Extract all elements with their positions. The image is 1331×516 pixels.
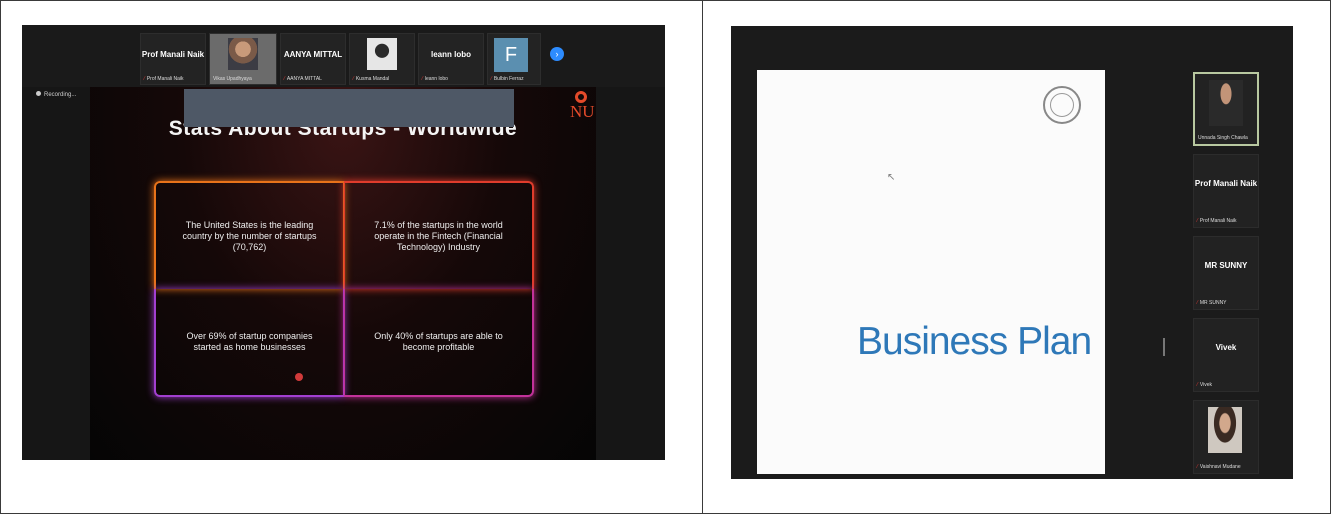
participant-tile[interactable]: Prof Manali Naik ⁄ Prof Manali Naik	[1193, 154, 1259, 228]
meeting-screenshot-right: ↖ Business Plan Unnada Singh Chawla Prof…	[731, 26, 1293, 479]
participant-strip: Prof Manali Naik ⁄ Prof Manali Naik Vikas…	[22, 25, 665, 87]
participant-label: ⁄ leann lobo	[422, 76, 448, 82]
left-figure-panel: Prof Manali Naik ⁄ Prof Manali Naik Vikas…	[0, 0, 703, 514]
mic-muted-icon: ⁄	[1197, 218, 1198, 224]
slide-title: Business Plan	[857, 320, 1092, 363]
participant-label: ⁄ AANYA MITTAL	[284, 76, 322, 82]
overlay-banner	[184, 89, 514, 127]
panel-resize-handle[interactable]	[1163, 338, 1165, 356]
mic-muted-icon: ⁄	[1197, 382, 1198, 388]
participant-name: MR SUNNY	[1204, 261, 1248, 270]
pointer-dot-icon	[295, 373, 303, 381]
participant-label: ⁄ Kusma Mandal	[353, 76, 390, 82]
participant-tile-video[interactable]: ⁄ Vaishnavi Mudane	[1193, 400, 1259, 474]
participant-label: Vikas Upadhyaya	[213, 76, 252, 82]
participant-tile[interactable]: AANYA MITTAL ⁄ AANYA MITTAL	[280, 33, 346, 85]
participant-tile-video[interactable]: ⁄ Kusma Mandal	[349, 33, 415, 85]
recording-icon	[36, 91, 41, 96]
next-page-button[interactable]: ›	[550, 47, 564, 61]
shared-slide: Stats About Startups - Worldwide NU The …	[90, 87, 596, 460]
participant-label: ⁄ Vivek	[1197, 382, 1212, 388]
meeting-screenshot-left: Prof Manali Naik ⁄ Prof Manali Naik Vikas…	[22, 25, 665, 460]
participant-video	[1208, 407, 1242, 453]
participant-name: AANYA MITTAL	[283, 50, 343, 59]
participant-tile-video[interactable]: Vikas Upadhyaya	[209, 33, 277, 85]
mic-muted-icon: ⁄	[144, 76, 145, 82]
mic-muted-icon: ⁄	[1197, 300, 1198, 306]
fact-box: Only 40% of startups are able to become …	[344, 289, 534, 397]
participant-avatar: F	[494, 38, 528, 72]
participant-tile[interactable]: Vivek ⁄ Vivek	[1193, 318, 1259, 392]
shared-slide: ↖ Business Plan	[757, 70, 1105, 474]
mic-muted-icon: ⁄	[422, 76, 423, 82]
participant-name: Prof Manali Naik	[141, 50, 205, 59]
participant-tile[interactable]: Prof Manali Naik ⁄ Prof Manali Naik	[140, 33, 206, 85]
fact-box: Over 69% of startup companies started as…	[154, 289, 344, 397]
nu-logo: NU	[570, 91, 595, 120]
participant-tile[interactable]: MR SUNNY ⁄ MR SUNNY	[1193, 236, 1259, 310]
participant-tile[interactable]: leann lobo ⁄ leann lobo	[418, 33, 484, 85]
mic-muted-icon: ⁄	[353, 76, 354, 82]
recording-indicator: Recording...	[36, 91, 76, 98]
mouse-cursor-icon: ↖	[887, 172, 896, 183]
participant-tile-video[interactable]: Unnada Singh Chawla	[1193, 72, 1259, 146]
participant-label: ⁄ MR SUNNY	[1197, 300, 1227, 306]
mic-muted-icon: ⁄	[284, 76, 285, 82]
participant-video	[1209, 80, 1243, 126]
institution-seal-icon	[1043, 86, 1081, 124]
participant-label: ⁄ Prof Manali Naik	[144, 76, 184, 82]
participant-name: Prof Manali Naik	[1194, 179, 1258, 188]
participant-label: ⁄ Prof Manali Naik	[1197, 218, 1237, 224]
participant-sidebar: Unnada Singh Chawla Prof Manali Naik ⁄ Pr…	[1191, 70, 1287, 474]
participant-label: Unnada Singh Chawla	[1198, 135, 1248, 141]
participant-name: leann lobo	[431, 50, 471, 59]
fact-box: The United States is the leading country…	[154, 181, 344, 289]
mic-muted-icon: ⁄	[1197, 464, 1198, 470]
fact-box: 7.1% of the startups in the world operat…	[344, 181, 534, 289]
participant-name: Vivek	[1215, 343, 1237, 352]
participant-label: ⁄ Bulbin Ferraz	[491, 76, 524, 82]
participant-video	[367, 38, 397, 70]
participant-tile[interactable]: F ⁄ Bulbin Ferraz	[487, 33, 541, 85]
mic-muted-icon: ⁄	[491, 76, 492, 82]
participant-video	[228, 38, 258, 70]
participant-label: ⁄ Vaishnavi Mudane	[1197, 464, 1241, 470]
